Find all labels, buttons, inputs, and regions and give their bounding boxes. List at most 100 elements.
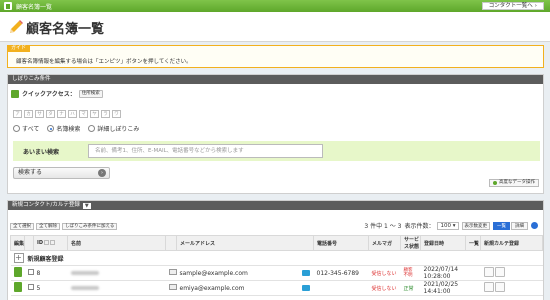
row-status: 正常 [400, 280, 421, 296]
row-phone [313, 280, 369, 296]
radio-detail[interactable]: 詳細しぼりこみ [88, 124, 139, 133]
customer-table: 編集 ID 名前 メールアドレス 電話番号 メルマガ サービス状態 登録日時 一… [10, 235, 543, 296]
kana-button[interactable]: ハ [68, 110, 77, 118]
per-page-change-button[interactable]: 表示数変更 [461, 221, 490, 230]
radio-name-label: 名簿検索 [56, 126, 81, 133]
row-check [24, 280, 34, 296]
col-card [165, 235, 177, 251]
selection-buttons: 全て選択 全て解除 しぼりこみ条件に加える [10, 223, 118, 230]
search-button-label: 検索する [18, 169, 43, 176]
sort-icon[interactable] [50, 240, 56, 245]
radio-all-label: すべて [22, 126, 40, 133]
row-id: 8 [33, 265, 68, 281]
kana-button[interactable]: タ [46, 110, 55, 118]
view-toggle: 一覧 詳細 [493, 221, 528, 230]
row-id: 5 [33, 280, 68, 296]
plus-icon[interactable]: + [13, 253, 24, 263]
list-panel-title-text: 新規コンタクト/カルテ登録 [12, 202, 80, 208]
col-id[interactable]: ID [33, 235, 68, 251]
user-icon[interactable] [494, 282, 505, 292]
kana-button[interactable]: ヤ [90, 110, 99, 118]
guide-text: 顧客名簿情報を編集する場合は「エンピツ」ボタンを押してください。 [16, 59, 192, 65]
mail-icon[interactable] [301, 269, 310, 276]
table-row: 5 emiya@example.com 受信しない 正常 2021/02/25 1… [10, 280, 543, 296]
gear-icon[interactable] [531, 222, 538, 229]
row-email: sample@example.com [176, 265, 314, 281]
col-registered: 登録日時 [420, 235, 466, 251]
contact-list-label: コンタクト一覧へ [488, 3, 533, 9]
kana-button[interactable]: ワ [112, 110, 121, 118]
user-icon[interactable] [494, 267, 505, 277]
row-date: 2021/02/25 14:41:00 [420, 280, 466, 296]
kana-button[interactable]: マ [79, 110, 88, 118]
kana-button[interactable]: カ [24, 110, 33, 118]
row-date-text: 2021/02/25 [423, 281, 459, 288]
new-customer-text: 新規顧客登録 [27, 255, 64, 263]
deselect-all-button[interactable]: 全て解除 [36, 223, 60, 230]
row-checkbox[interactable] [27, 284, 34, 290]
card-icon[interactable] [168, 269, 177, 275]
search-panel-title: しぼりこみ条件 [8, 75, 543, 84]
row-name [67, 265, 166, 281]
chart-icon[interactable] [483, 267, 494, 277]
contact-list-button[interactable]: コンタクト一覧へ › [481, 2, 544, 10]
kana-filter: ア カ サ タ ナ ハ マ ヤ ラ ワ [13, 110, 121, 118]
per-page-select[interactable]: 100 ▾ [437, 221, 459, 230]
row-name [67, 280, 166, 296]
result-count: 3 件中 1 ～ 3 [364, 223, 402, 230]
edit-icon[interactable] [13, 282, 22, 292]
col-name[interactable]: 名前 [67, 235, 166, 251]
search-panel: しぼりこみ条件 クイックアクセス： 住所検索 ア カ サ タ ナ ハ マ ヤ ラ… [7, 74, 544, 194]
kana-button[interactable]: サ [35, 110, 44, 118]
title-bar: 顧客名簿一覧 コンタクト一覧へ › [0, 0, 550, 12]
kana-button[interactable]: ラ [101, 110, 110, 118]
select-all-button[interactable]: 全て選択 [10, 223, 34, 230]
blurred-name [70, 285, 99, 290]
row-edit [10, 280, 25, 296]
radio-name-dot[interactable] [47, 125, 55, 132]
row-action-buttons [483, 267, 505, 277]
new-row: + 新規顧客登録 [10, 250, 543, 266]
quick-access-icon [11, 89, 19, 98]
kana-button[interactable]: ア [13, 110, 22, 118]
chevron-right-icon: › [98, 169, 106, 177]
mail-icon[interactable] [301, 284, 310, 291]
search-button[interactable]: 検索する › [13, 167, 110, 179]
page-header: 顧客名簿一覧 [0, 12, 550, 42]
radio-name[interactable]: 名簿検索 [47, 124, 80, 133]
kana-button[interactable]: ナ [57, 110, 66, 118]
chart-icon[interactable] [483, 282, 494, 292]
quick-access-label: クイックアクセス： [22, 91, 76, 98]
radio-all-dot[interactable] [13, 125, 20, 132]
row-phone: 012-345-6789 [313, 265, 369, 281]
card-icon[interactable] [168, 284, 177, 290]
row-email-text: emiya@example.com [179, 284, 245, 292]
list-panel-title: 新規コンタクト/カルテ登録 ▼ [8, 201, 543, 210]
new-row-cell: + [10, 250, 25, 266]
row-email: emiya@example.com [176, 280, 314, 296]
pencil-icon [10, 20, 23, 33]
edit-icon[interactable] [13, 267, 22, 277]
view-list-button[interactable]: 一覧 [493, 221, 510, 230]
quick-access-pill[interactable]: 住所検索 [78, 89, 103, 98]
sort-icon[interactable] [44, 240, 50, 245]
col-phone: 電話番号 [313, 235, 369, 251]
row-checkbox[interactable] [27, 269, 34, 275]
new-customer-label: 新規顧客登録 [24, 250, 543, 266]
chevron-down-icon[interactable]: ▼ [82, 202, 91, 209]
blurred-name [70, 270, 99, 275]
radio-all[interactable]: すべて [13, 124, 39, 133]
col-list: 一覧 [465, 235, 481, 251]
advanced-data-button[interactable]: 高度なデータ操作 [489, 179, 539, 187]
add-to-filter-button[interactable]: しぼりこみ条件に加える [62, 223, 118, 230]
col-service: サービス状態 [400, 235, 421, 251]
row-check [24, 265, 34, 281]
row-actions [480, 280, 543, 296]
row-edit [10, 265, 25, 281]
view-detail-button[interactable]: 詳細 [511, 221, 528, 230]
chevron-right-icon: › [534, 3, 537, 9]
app-icon [4, 2, 12, 10]
fuzzy-search-input[interactable]: 名前、備考1、住所、E-MAIL、電話番号などから検索します [88, 144, 323, 158]
col-edit: 編集 [10, 235, 25, 251]
radio-detail-dot[interactable] [88, 125, 96, 132]
